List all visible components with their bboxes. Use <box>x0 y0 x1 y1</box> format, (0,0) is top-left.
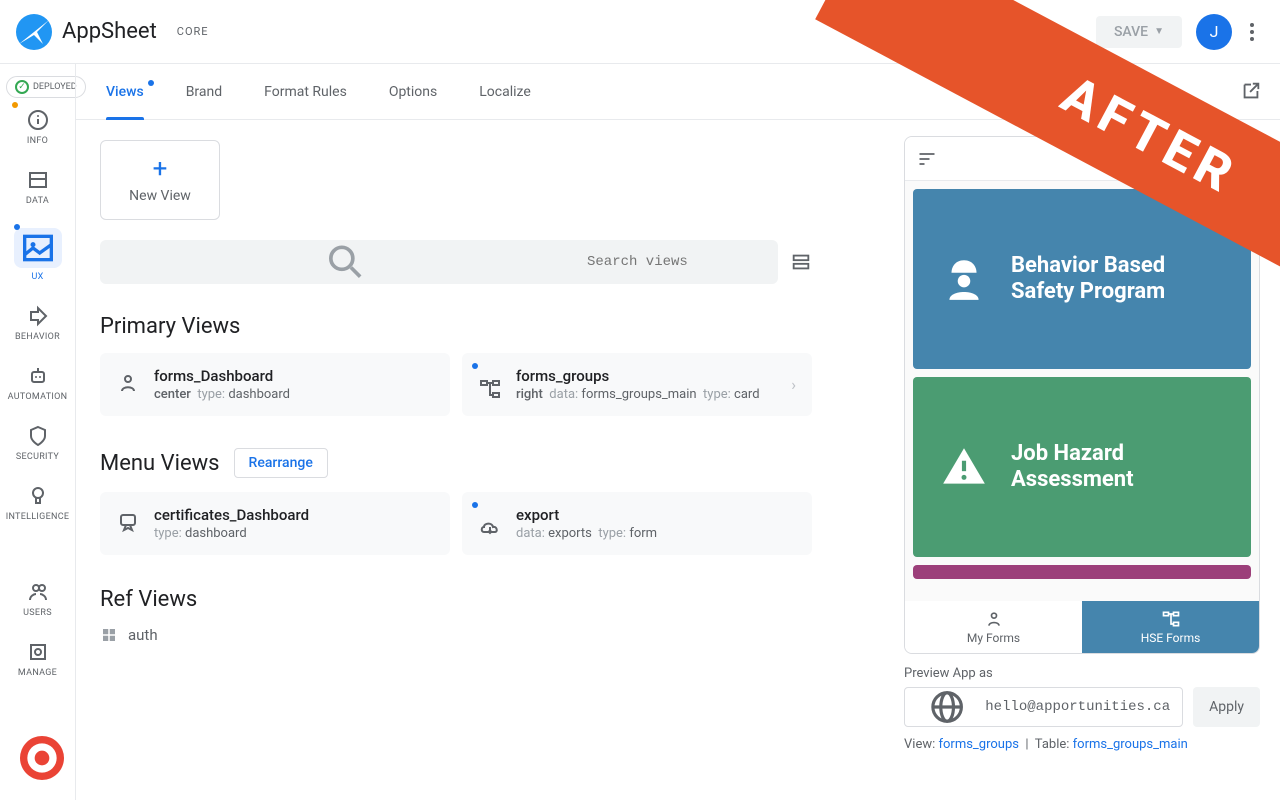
intelligence-icon <box>26 484 50 508</box>
cloud-download-icon <box>478 516 502 540</box>
status-dot <box>12 102 18 108</box>
indicator-dot <box>472 363 478 369</box>
sort-icon[interactable] <box>917 149 937 169</box>
view-card-forms-groups[interactable]: forms_groups right data: forms_groups_ma… <box>462 353 812 416</box>
users-icon <box>26 580 50 604</box>
tab-options[interactable]: Options <box>389 78 437 106</box>
primary-views-title: Primary Views <box>100 314 812 339</box>
search-input[interactable] <box>587 254 764 270</box>
indicator-dot <box>148 80 154 86</box>
more-menu-icon[interactable] <box>1240 20 1264 44</box>
warning-icon <box>939 442 989 492</box>
indicator-dot <box>472 502 478 508</box>
sidebar-item-intelligence[interactable]: INTELLIGENCE <box>10 484 66 522</box>
form-card-hazard[interactable]: Job Hazard Assessment <box>913 377 1251 557</box>
sidebar-item-data[interactable]: DATA <box>10 168 66 206</box>
grid-icon <box>100 626 118 644</box>
tier-badge: CORE <box>177 25 209 38</box>
ref-views-title: Ref Views <box>100 587 812 612</box>
sidebar-item-automation[interactable]: AUTOMATION <box>10 364 66 402</box>
main-content: + New View Primary Views forms_Dashboard… <box>76 120 836 674</box>
sidebar: INFO DATA UX BEHAVIOR AUTOMATION SECURIT… <box>0 64 76 800</box>
phone-tab-hse-forms[interactable]: HSE Forms <box>1082 601 1259 653</box>
person-icon <box>984 609 1004 629</box>
shield-icon <box>26 424 50 448</box>
apply-button[interactable]: Apply <box>1193 687 1260 727</box>
phone-tab-my-forms[interactable]: My Forms <box>905 601 1082 653</box>
avatar[interactable]: J <box>1196 14 1232 50</box>
preview-panel: Behavior Based Safety Program Job Hazard… <box>904 136 1260 752</box>
help-fab[interactable] <box>20 736 64 780</box>
menu-views-title: Menu Views Rearrange <box>100 448 812 478</box>
table-link[interactable]: forms_groups_main <box>1073 737 1188 752</box>
sidebar-item-info[interactable]: INFO <box>10 108 66 146</box>
info-icon <box>26 108 50 132</box>
view-card-certificates[interactable]: certificates_Dashboard type: dashboard <box>100 492 450 555</box>
preview-email-input[interactable]: hello@apportunities.ca <box>904 687 1183 727</box>
tab-localize[interactable]: Localize <box>479 78 531 106</box>
sidebar-item-ux[interactable]: UX <box>10 228 66 282</box>
form-card-partial[interactable] <box>913 565 1251 579</box>
save-button[interactable]: SAVE ▼ <box>1096 16 1182 48</box>
tree-icon <box>1161 609 1181 629</box>
phone-tabs: My Forms HSE Forms <box>905 601 1259 653</box>
globe-icon <box>917 688 977 726</box>
worker-icon <box>939 254 989 304</box>
open-in-new-icon[interactable] <box>1240 80 1262 102</box>
behavior-icon <box>26 304 50 328</box>
data-icon <box>26 168 50 192</box>
view-card-export[interactable]: export data: exports type: form <box>462 492 812 555</box>
dropdown-icon: ▼ <box>1154 26 1164 37</box>
sidebar-item-users[interactable]: USERS <box>10 580 66 618</box>
appsheet-logo-icon <box>16 14 52 50</box>
layout-toggle-icon[interactable] <box>790 251 812 273</box>
preview-as-label: Preview App as <box>904 666 1260 681</box>
ref-group-auth[interactable]: auth <box>100 626 812 644</box>
new-view-button[interactable]: + New View <box>100 140 220 220</box>
view-card-forms-dashboard[interactable]: forms_Dashboard center type: dashboard <box>100 353 450 416</box>
search-icon <box>114 240 577 284</box>
sidebar-item-manage[interactable]: MANAGE <box>10 640 66 678</box>
status-dot <box>14 224 20 230</box>
tab-views[interactable]: Views <box>106 78 144 106</box>
rearrange-button[interactable]: Rearrange <box>234 448 328 478</box>
plus-icon: + <box>153 156 168 182</box>
preview-meta: View: forms_groups | Table: forms_groups… <box>904 737 1260 752</box>
sidebar-item-security[interactable]: SECURITY <box>10 424 66 462</box>
app-name: AppSheet <box>62 19 157 44</box>
manage-icon <box>26 640 50 664</box>
badge-icon <box>116 510 140 534</box>
tab-brand[interactable]: Brand <box>186 78 222 106</box>
logo[interactable]: AppSheet CORE <box>16 14 209 50</box>
person-icon <box>116 371 140 395</box>
sidebar-item-behavior[interactable]: BEHAVIOR <box>10 304 66 342</box>
chevron-right-icon: › <box>791 375 796 394</box>
ux-icon <box>14 228 62 268</box>
automation-icon <box>26 364 50 388</box>
view-link[interactable]: forms_groups <box>938 737 1018 752</box>
tree-icon <box>478 377 502 401</box>
tab-format-rules[interactable]: Format Rules <box>264 78 347 106</box>
search-views[interactable] <box>100 240 778 284</box>
